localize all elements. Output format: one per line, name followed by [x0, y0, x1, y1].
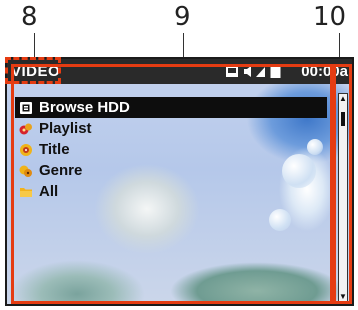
- callout-number-9: 9: [174, 2, 191, 32]
- callout-box-9: [11, 64, 333, 304]
- callout-box-10: [333, 64, 352, 304]
- callout-number-10: 10: [313, 2, 347, 32]
- callout-leader-8: [34, 33, 35, 58]
- callout-number-8: 8: [21, 2, 38, 32]
